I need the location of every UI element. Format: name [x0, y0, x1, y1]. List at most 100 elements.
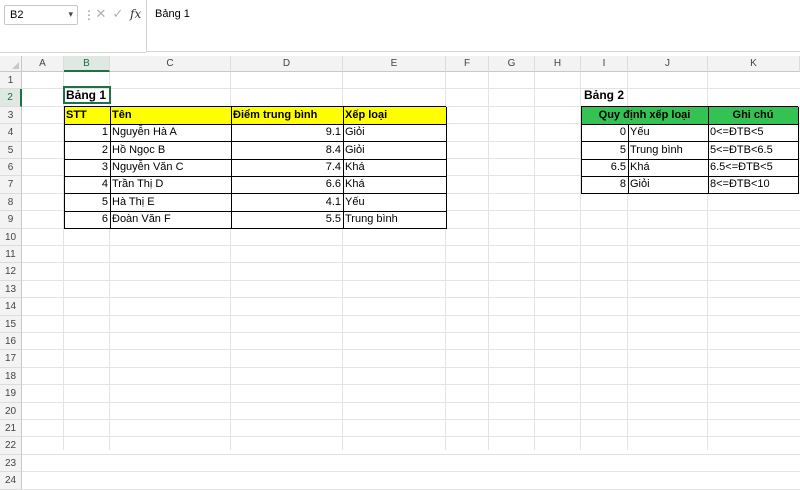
column-header-g[interactable]: G [489, 56, 535, 72]
column-header-j[interactable]: J [628, 56, 708, 72]
grid-row-line [22, 419, 800, 420]
table1-cell[interactable]: Hồ Ngọc B [110, 142, 231, 159]
table1-cell[interactable]: 8.4 [231, 142, 343, 159]
table1-cell[interactable]: 5 [64, 194, 110, 211]
row-header-14[interactable]: 14 [0, 298, 22, 316]
table1-cell[interactable]: Khá [343, 159, 446, 176]
table1-cell[interactable]: 4.1 [231, 194, 343, 211]
table2-cell[interactable]: 5 [581, 142, 628, 159]
more-options-icon[interactable]: ⋮ [83, 8, 95, 22]
table1-header-2[interactable]: Điểm trung bình [231, 106, 343, 125]
row-header-15[interactable]: 15 [0, 315, 22, 333]
insert-function-icon[interactable]: fx [130, 5, 144, 23]
table1-cell[interactable]: 9.1 [231, 124, 343, 141]
table1-cell[interactable]: Yếu [343, 194, 446, 211]
table1-cell[interactable]: 6.6 [231, 176, 343, 193]
grid-row-line [22, 314, 800, 316]
table2-cell[interactable]: Trung bình [628, 142, 708, 159]
row-header-21[interactable]: 21 [0, 420, 22, 438]
row-header-4[interactable]: 4 [0, 124, 22, 142]
table1-cell[interactable]: 6 [64, 211, 110, 228]
grid-row-line [22, 332, 800, 333]
table1-cell[interactable]: Nguyễn Hà A [110, 124, 231, 141]
table1-cell[interactable]: 7.4 [231, 159, 343, 176]
table1-cell[interactable]: Trung bình [343, 211, 446, 228]
column-header-i[interactable]: I [581, 56, 628, 72]
row-header-10[interactable]: 10 [0, 228, 22, 246]
row-header-20[interactable]: 20 [0, 402, 22, 420]
table2-cell[interactable]: 5<=ĐTB<6.5 [708, 142, 798, 159]
table1-border [230, 106, 232, 229]
table2-cell[interactable]: 8<=ĐTB<10 [708, 176, 798, 193]
column-header-k[interactable]: K [708, 56, 800, 72]
table1-header-0[interactable]: STT [64, 106, 110, 125]
table1-cell[interactable]: Trần Thị D [110, 176, 231, 193]
row-header-24[interactable]: 24 [0, 472, 22, 490]
table1-cell[interactable]: 4 [64, 176, 110, 193]
table1-header-3[interactable]: Xếp loại [343, 106, 446, 125]
formula-value: Bảng 1 [155, 8, 190, 20]
row-header-12[interactable]: 12 [0, 263, 22, 281]
row-header-9[interactable]: 9 [0, 211, 22, 229]
row-header-6[interactable]: 6 [0, 159, 22, 177]
column-header-b[interactable]: B [64, 56, 110, 72]
table1-cell[interactable]: Nguyễn Văn C [110, 159, 231, 176]
column-header-f[interactable]: F [446, 56, 489, 72]
row-header-5[interactable]: 5 [0, 141, 22, 159]
enter-icon[interactable]: ✓ [112, 6, 124, 22]
table2-cell[interactable]: 6.5<=ĐTB<5 [708, 159, 798, 176]
grid-row-line [22, 297, 800, 299]
row-header-13[interactable]: 13 [0, 280, 22, 299]
table2-cell[interactable]: Yếu [628, 124, 708, 141]
table2-border [627, 124, 629, 194]
table1-cell[interactable]: 3 [64, 159, 110, 176]
table1-cell[interactable]: 2 [64, 142, 110, 159]
table2-header-0[interactable]: Quy định xếp loại [581, 106, 708, 125]
table2-cell[interactable]: 0<=ĐTB<5 [708, 124, 798, 141]
table1-cell[interactable]: 5.5 [231, 211, 343, 228]
grid-row-line [22, 436, 800, 438]
table2-title[interactable]: Bảng 2 [582, 87, 642, 103]
column-header-d[interactable]: D [231, 56, 343, 72]
table2-cell[interactable]: Giỏi [628, 176, 708, 193]
row-header-22[interactable]: 22 [0, 437, 22, 455]
row-header-11[interactable]: 11 [0, 246, 22, 264]
grid-row-line [22, 262, 800, 264]
row-header-18[interactable]: 18 [0, 367, 22, 386]
table1-cell[interactable]: Khá [343, 176, 446, 193]
table1-cell[interactable]: Đoàn Văn F [110, 211, 231, 228]
active-cell-b2[interactable] [63, 86, 111, 104]
table2-border [581, 141, 798, 143]
column-header-a[interactable]: A [22, 56, 64, 72]
row-header-2[interactable]: 2 [0, 89, 22, 107]
divider [0, 52, 146, 53]
select-all-button[interactable] [0, 56, 22, 72]
row-header-1[interactable]: 1 [0, 72, 22, 90]
row-header-19[interactable]: 19 [0, 385, 22, 403]
table2-cell[interactable]: 8 [581, 176, 628, 193]
table1-header-1[interactable]: Tên [110, 106, 231, 125]
cancel-icon[interactable]: ✕ [95, 6, 107, 22]
table1-border [445, 106, 447, 229]
row-header-23[interactable]: 23 [0, 454, 22, 473]
table1-cell[interactable]: Giỏi [343, 142, 446, 159]
table2-cell[interactable]: 0 [581, 124, 628, 141]
row-header-3[interactable]: 3 [0, 106, 22, 125]
table2-header-1[interactable]: Ghi chú [708, 106, 798, 125]
table2-cell[interactable]: Khá [628, 159, 708, 176]
chevron-down-icon[interactable]: ▾ [68, 9, 73, 20]
table1-cell[interactable]: Giỏi [343, 124, 446, 141]
row-header-7[interactable]: 7 [0, 176, 22, 194]
column-header-c[interactable]: C [110, 56, 231, 72]
table1-cell[interactable]: Hà Thị E [110, 194, 231, 211]
row-header-8[interactable]: 8 [0, 193, 22, 212]
row-header-17[interactable]: 17 [0, 350, 22, 368]
table2-cell[interactable]: 6.5 [581, 159, 628, 176]
column-header-e[interactable]: E [343, 56, 446, 72]
table1-border [64, 228, 446, 230]
column-header-h[interactable]: H [535, 56, 581, 72]
name-box[interactable]: B2 ▾ [4, 5, 78, 25]
row-header-16[interactable]: 16 [0, 333, 22, 351]
table1-cell[interactable]: 1 [64, 124, 110, 141]
formula-input[interactable]: Bảng 1 [146, 0, 800, 52]
